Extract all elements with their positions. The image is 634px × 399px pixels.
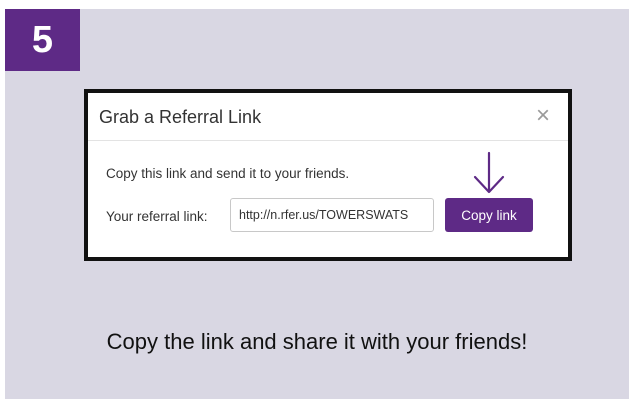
referral-link-label: Your referral link: (106, 209, 208, 224)
referral-link-input[interactable] (230, 198, 434, 232)
close-icon[interactable]: × (536, 104, 550, 128)
caption-text: Copy the link and share it with your fri… (106, 329, 528, 354)
step-badge: 5 (5, 9, 80, 71)
instruction-text: Copy this link and send it to your frien… (106, 166, 350, 181)
dialog-header: Grab a Referral Link × (88, 93, 568, 141)
arrow-down-icon (473, 151, 505, 194)
dialog-title: Grab a Referral Link (99, 107, 262, 127)
step-number: 5 (31, 19, 54, 61)
referral-dialog: Grab a Referral Link × Copy this link an… (84, 89, 572, 261)
copy-link-button[interactable]: Copy link (445, 198, 533, 232)
tutorial-panel: 5 Grab a Referral Link × Copy this link … (5, 9, 629, 399)
